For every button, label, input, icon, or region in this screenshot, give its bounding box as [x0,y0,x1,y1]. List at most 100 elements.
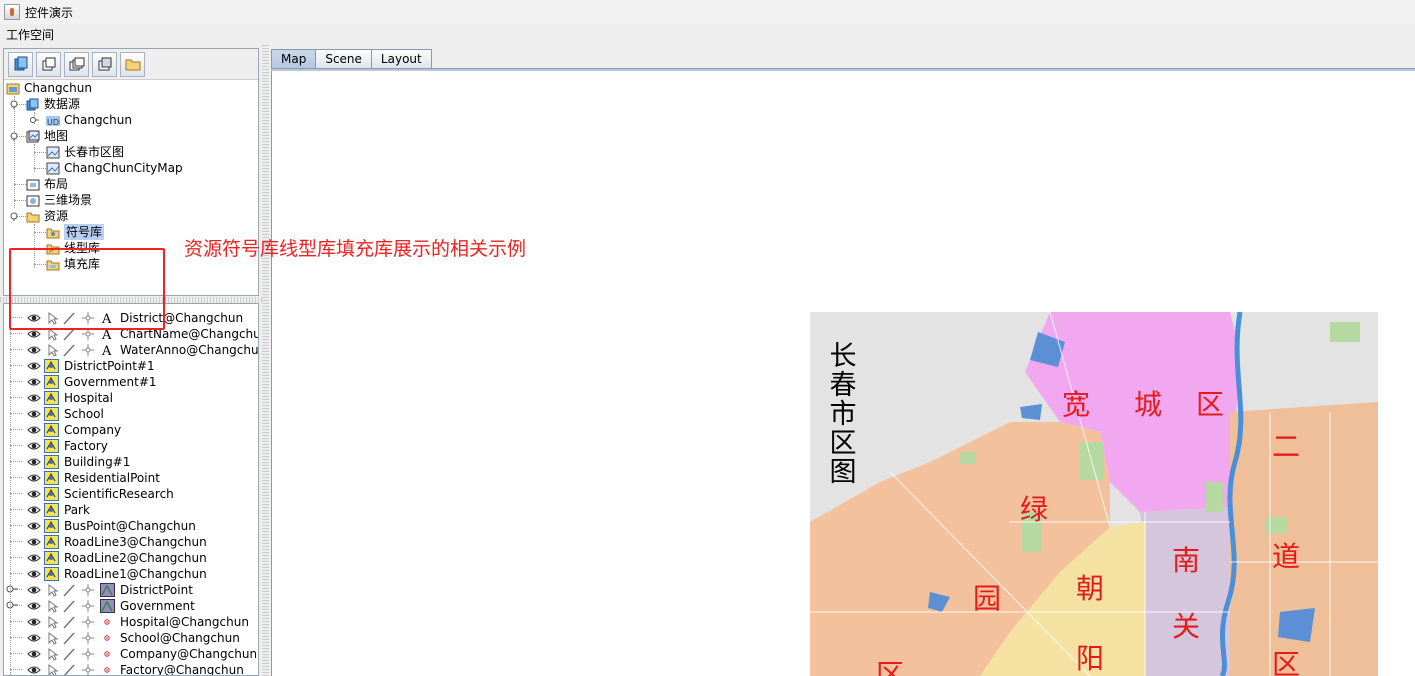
selectable-arrow-icon[interactable] [48,344,58,357]
selectable-arrow-icon[interactable] [48,616,58,629]
layer-name: ResidentialPoint [64,471,160,485]
tab-layout[interactable]: Layout [370,49,432,69]
tree-item-workspace[interactable]: Changchun [6,80,92,96]
editable-pencil-icon[interactable] [62,584,76,597]
window-tool-button-1[interactable] [36,51,61,77]
layer-row[interactable]: Government [4,598,258,614]
tree-item-resources[interactable]: 资源 [26,208,68,224]
visibility-eye-icon[interactable] [27,633,41,643]
expand-handle-icon[interactable] [6,601,18,610]
snap-crosshair-icon[interactable] [82,584,94,596]
tree-item-scenes[interactable]: 三维场景 [26,192,92,208]
window-tool-button-2[interactable] [64,51,89,77]
visibility-eye-icon[interactable] [27,457,41,467]
layer-row[interactable]: RoadLine3@Changchun [4,534,258,550]
tree-item-map-changchun-cn[interactable]: 长春市区图 [46,144,124,160]
visibility-eye-icon[interactable] [27,425,41,435]
layer-row[interactable]: A WaterAnno@Changchun [4,342,258,358]
layer-row[interactable]: Government#1 [4,374,258,390]
visibility-eye-icon[interactable] [27,473,41,483]
tree-item-symbol-library[interactable]: 符号库 [46,224,105,240]
expand-handle-icon[interactable] [30,116,39,125]
editable-pencil-icon[interactable] [62,344,76,357]
map-district-label: 阳 [1076,642,1105,675]
expand-handle-icon[interactable] [10,132,19,141]
layer-row[interactable]: School@Changchun [4,630,258,646]
selectable-arrow-icon[interactable] [48,600,58,613]
layer-row[interactable]: DistrictPoint [4,582,258,598]
annotation-highlight-box [9,248,165,330]
tree-item-map-changchun-city[interactable]: ChangChunCityMap [46,160,183,176]
editable-pencil-icon[interactable] [62,632,76,645]
visibility-eye-icon[interactable] [27,505,41,515]
layer-row[interactable]: Factory@Changchun [4,662,258,676]
visibility-eye-icon[interactable] [27,329,41,339]
layer-row[interactable]: ScientificResearch [4,486,258,502]
visibility-eye-icon[interactable] [27,521,41,531]
folder-tool-button[interactable] [120,51,145,77]
tab-scene[interactable]: Scene [315,49,372,69]
java-app-icon [4,4,20,20]
visibility-eye-icon[interactable] [27,649,41,659]
visibility-eye-icon[interactable] [27,553,41,563]
visibility-eye-icon[interactable] [27,409,41,419]
layer-row[interactable]: Park [4,502,258,518]
editable-pencil-icon[interactable] [62,616,76,629]
snap-crosshair-icon[interactable] [82,344,94,356]
selectable-arrow-icon[interactable] [48,664,58,676]
layer-row[interactable]: School [4,406,258,422]
visibility-eye-icon[interactable] [27,345,41,355]
tree-item-maps[interactable]: 地图 [26,128,68,144]
layer-row[interactable]: RoadLine2@Changchun [4,550,258,566]
expand-handle-icon[interactable] [6,585,18,594]
city-map[interactable]: 长春市区图 宽 城 区 二 道 区 绿 园 区 朝 阳 南 关 [810,312,1378,676]
map-district-label: 道 [1272,540,1301,573]
visibility-eye-icon[interactable] [27,441,41,451]
visibility-eye-icon[interactable] [27,361,41,371]
visibility-eye-icon[interactable] [27,489,41,499]
window-tool-button-3[interactable] [92,51,117,77]
layer-row[interactable]: Hospital@Changchun [4,614,258,630]
tree-item-datasources[interactable]: 数据源 [26,96,80,112]
selectable-arrow-icon[interactable] [48,632,58,645]
snap-crosshair-icon[interactable] [82,616,94,628]
datasource-tool-button[interactable] [8,51,33,77]
layer-row[interactable]: Company [4,422,258,438]
layer-name: Factory@Changchun [120,663,244,676]
map-district-label: 区 [1272,648,1301,676]
visibility-eye-icon[interactable] [27,393,41,403]
snap-crosshair-icon[interactable] [82,632,94,644]
tab-map[interactable]: Map [271,49,317,69]
layer-row[interactable]: DistrictPoint#1 [4,358,258,374]
tree-item-layouts[interactable]: 布局 [26,176,68,192]
editable-pencil-icon[interactable] [62,648,76,661]
layer-row[interactable]: Building#1 [4,454,258,470]
layer-row[interactable]: Company@Changchun [4,646,258,662]
visibility-eye-icon[interactable] [27,569,41,579]
vertical-splitter[interactable] [262,45,269,676]
layer-row[interactable]: RoadLine1@Changchun [4,566,258,582]
layer-row[interactable]: Hospital [4,390,258,406]
selectable-arrow-icon[interactable] [48,584,58,597]
expand-handle-icon[interactable] [10,212,19,221]
tree-item-datasource-changchun[interactable]: UDB Changchun [46,112,132,128]
visibility-eye-icon[interactable] [27,537,41,547]
visibility-eye-icon[interactable] [27,601,41,611]
menu-workspace[interactable]: 工作空间 [6,26,54,43]
layer-row[interactable]: BusPoint@Changchun [4,518,258,534]
snap-crosshair-icon[interactable] [82,600,94,612]
theme-layer-icon [44,407,59,421]
visibility-eye-icon[interactable] [27,665,41,675]
snap-crosshair-icon[interactable] [82,648,94,660]
editable-pencil-icon[interactable] [62,664,76,676]
layer-row[interactable]: Factory [4,438,258,454]
visibility-eye-icon[interactable] [27,585,41,595]
selectable-arrow-icon[interactable] [48,648,58,661]
expand-handle-icon[interactable] [10,100,19,109]
tree-label-map-1: 长春市区图 [64,145,125,159]
editable-pencil-icon[interactable] [62,600,76,613]
snap-crosshair-icon[interactable] [82,664,94,676]
visibility-eye-icon[interactable] [27,377,41,387]
layer-row[interactable]: ResidentialPoint [4,470,258,486]
visibility-eye-icon[interactable] [27,617,41,627]
